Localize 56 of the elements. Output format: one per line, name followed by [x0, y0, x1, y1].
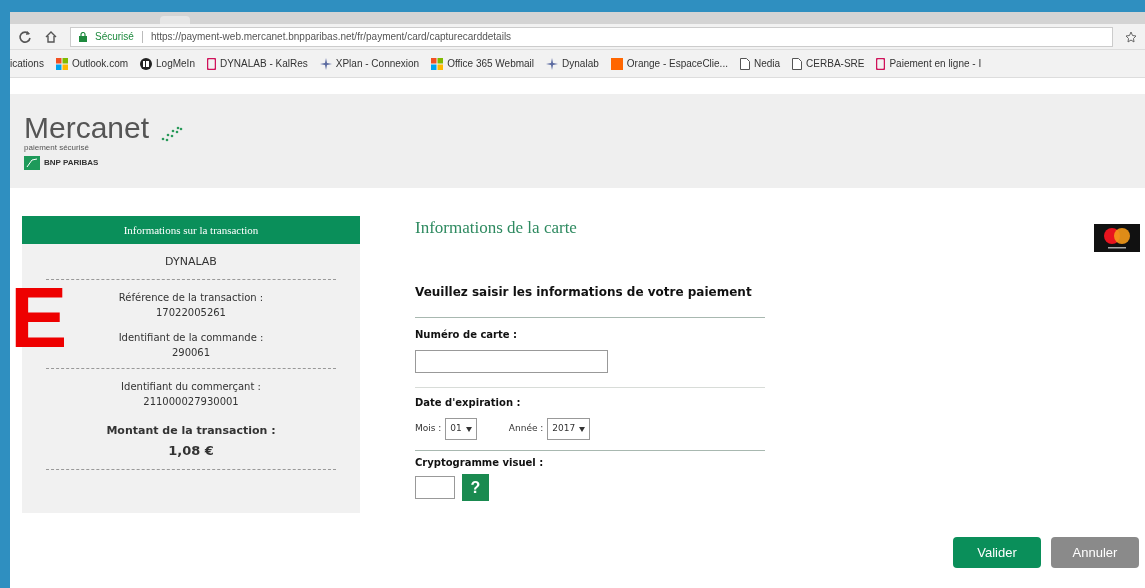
card-title: Informations sur la transaction	[22, 216, 360, 244]
amount-label: Montant de la transaction :	[106, 422, 276, 439]
form-title: Informations de la carte	[415, 217, 578, 239]
page-icon	[739, 57, 750, 70]
reload-icon[interactable]	[18, 29, 32, 44]
cvv-field[interactable]	[415, 476, 455, 499]
lock-icon	[79, 31, 87, 42]
bookmark[interactable]: Orange - EspaceClie...	[610, 56, 728, 71]
field-value: 17022005261	[156, 305, 226, 320]
field-value: 290061	[171, 345, 211, 360]
tiles-icon	[55, 57, 68, 70]
amount-value: 1,08 €	[168, 442, 214, 460]
page-icon	[792, 57, 803, 70]
bank-name: BNP PARIBAS	[44, 156, 99, 169]
submit-button[interactable]: Valider	[953, 537, 1041, 568]
field-label: Date d'expiration :	[415, 396, 522, 410]
address-bar[interactable]: Sécurisé https://payment-web.mercanet.bnpparibas.net/fr/payment/card/capturecarddetails	[70, 26, 1113, 47]
dropdown-arrow-icon	[579, 426, 586, 432]
field-label: Identifiant de la commande :	[118, 330, 264, 345]
tagline-text: paiement sécurisé	[24, 142, 90, 152]
circle-logo-icon	[140, 57, 153, 70]
star-icon[interactable]	[1125, 30, 1137, 43]
square-icon	[610, 57, 623, 70]
month-label: Mois :	[415, 422, 442, 436]
card-number-field[interactable]	[415, 350, 608, 373]
bank-logo-icon	[24, 155, 40, 170]
month-select[interactable]: 01	[445, 418, 477, 440]
secure-label: Sécurisé	[95, 30, 134, 44]
bookmark[interactable]: ications	[10, 56, 44, 71]
sparkle-icon	[546, 57, 559, 70]
card-brand-icon	[1094, 224, 1140, 252]
field-label: Cryptogramme visuel :	[415, 456, 545, 470]
bookmark[interactable]: CERBA-SRE	[792, 56, 865, 71]
year-label: Année :	[508, 422, 544, 436]
url-text: https://payment-web.mercanet.bnpparibas.net/fr/payment/card/capturecarddetails	[150, 30, 512, 44]
bookmark[interactable]: Office 365 Webmail	[431, 56, 535, 71]
tiles-icon	[431, 57, 444, 70]
field-value: 211000027930001	[143, 394, 239, 409]
field-label: Référence de la transaction :	[118, 290, 264, 305]
bookmark[interactable]: Paiement en ligne - I	[876, 56, 982, 71]
year-select[interactable]: 2017	[547, 418, 591, 440]
logo-text: Mercanet	[24, 112, 150, 143]
home-icon[interactable]	[44, 29, 58, 44]
bookmark[interactable]: Nedia	[739, 56, 781, 71]
bookmark[interactable]: Dynalab	[546, 56, 599, 71]
bookmark[interactable]: LogMeIn	[140, 56, 195, 71]
dropdown-arrow-icon	[465, 426, 472, 432]
slide-marker: E	[10, 282, 68, 352]
bookmark[interactable]: DYNALAB - KalRes	[206, 56, 308, 71]
form-instruction: Veuillez saisir les informations de votre paiement	[415, 284, 753, 301]
merchant-name: DYNALAB	[165, 254, 217, 270]
bookmark[interactable]: Outlook.com	[55, 56, 129, 71]
help-button[interactable]: ?	[462, 474, 489, 501]
bookmark[interactable]: XPlan - Connexion	[319, 56, 420, 71]
field-label: Numéro de carte :	[415, 328, 519, 342]
field-label: Identifiant du commerçant :	[121, 379, 261, 394]
